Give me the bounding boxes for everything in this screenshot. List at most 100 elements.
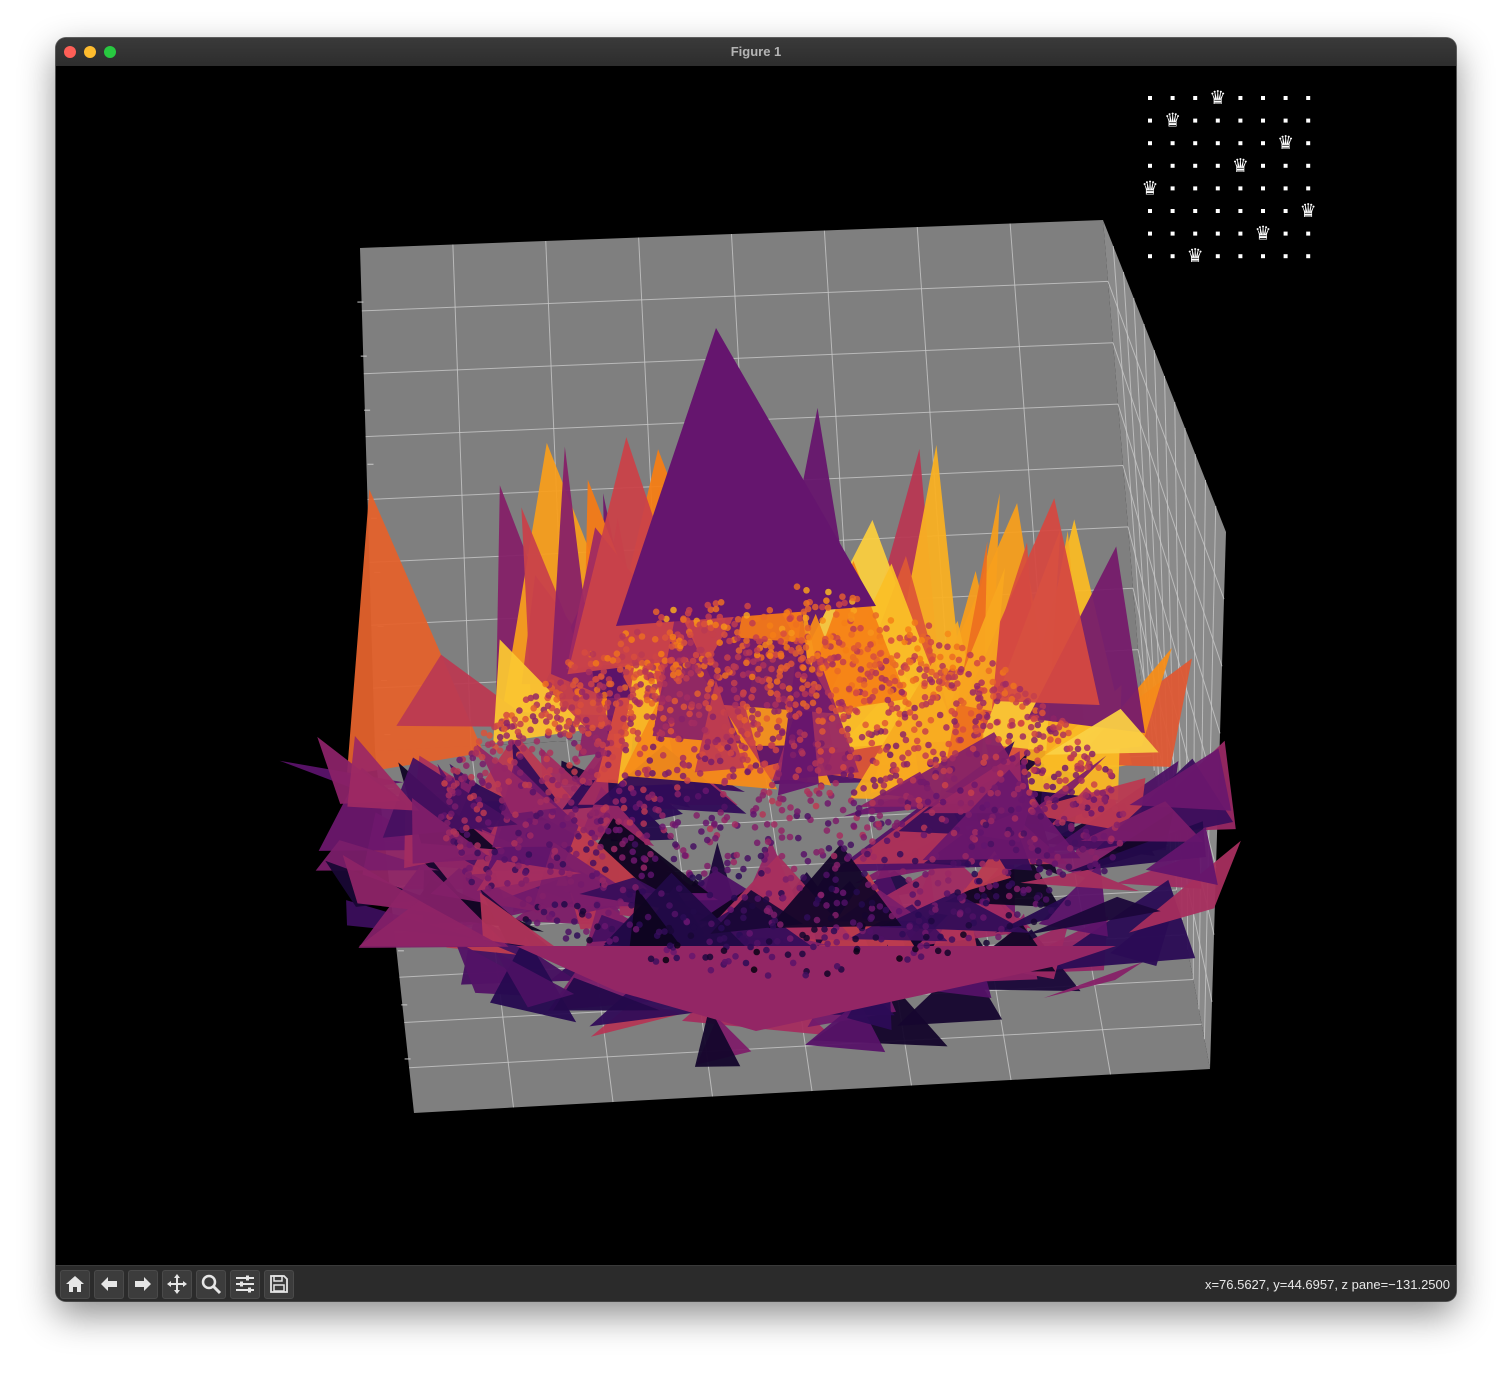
scatter-point: [777, 638, 784, 645]
scatter-point: [499, 804, 506, 811]
board-square-dot: [1306, 96, 1311, 100]
scatter-point: [1029, 808, 1036, 816]
scatter-point: [796, 615, 804, 622]
scatter-point: [943, 724, 950, 731]
scatter-point: [811, 926, 818, 933]
scatter-point: [867, 641, 874, 648]
scatter-point: [969, 913, 977, 920]
scatter-point: [494, 780, 502, 788]
scatter-point: [832, 686, 840, 694]
scatter-point: [1018, 719, 1025, 727]
n-queens-board: ♛ ♛ ♛ ♛ ♛ ♛ ♛ ♛: [1141, 87, 1316, 267]
queen-icon: ♛: [1232, 155, 1249, 177]
home-button[interactable]: [60, 1270, 90, 1299]
scatter-point: [967, 799, 975, 807]
scatter-point: [720, 947, 728, 954]
scatter-point: [445, 792, 453, 799]
scatter-point: [464, 871, 472, 878]
scatter-point: [790, 865, 798, 873]
scatter-point: [698, 646, 705, 654]
scatter-point: [869, 838, 876, 845]
scatter-point: [950, 908, 957, 915]
scatter-point: [756, 638, 763, 645]
scatter-point: [689, 657, 697, 665]
save-button[interactable]: [264, 1270, 294, 1299]
scatter-point: [752, 762, 760, 769]
scatter-point: [628, 636, 635, 643]
scatter-point: [883, 746, 890, 753]
scatter-point: [973, 893, 981, 900]
scatter-point: [967, 789, 975, 797]
scatter-point: [784, 951, 792, 958]
3d-axes[interactable]: ♛ ♛ ♛ ♛ ♛ ♛ ♛ ♛: [56, 66, 1456, 1265]
scatter-point: [472, 749, 480, 757]
scatter-point: [986, 883, 993, 890]
scatter-point: [899, 930, 906, 938]
board-square-dot: [1215, 186, 1220, 191]
scatter-point: [553, 854, 561, 861]
scatter-point: [636, 750, 644, 758]
scatter-point: [585, 912, 592, 919]
scatter-point: [857, 666, 865, 673]
scatter-point: [962, 852, 969, 860]
scatter-point: [659, 752, 667, 759]
scatter-point: [906, 709, 914, 716]
pan-button[interactable]: [162, 1270, 192, 1299]
scatter-point: [954, 680, 961, 687]
scatter-point: [603, 817, 610, 824]
scatter-point: [702, 819, 710, 827]
scatter-point: [599, 853, 606, 860]
configure-subplots-button[interactable]: [230, 1270, 260, 1299]
scatter-point: [731, 894, 738, 902]
scatter-point: [716, 613, 724, 621]
scatter-point: [763, 946, 770, 954]
scatter-point: [906, 923, 913, 930]
scatter-point: [1028, 778, 1035, 785]
scatter-point: [566, 846, 573, 853]
zoom-button[interactable]: [196, 1270, 226, 1299]
back-button[interactable]: [94, 1270, 124, 1299]
scatter-point: [545, 692, 552, 699]
scatter-point: [1055, 770, 1062, 778]
scatter-point: [757, 852, 765, 860]
scatter-point: [659, 674, 666, 681]
scatter-point: [971, 781, 978, 789]
scatter-point: [779, 894, 787, 902]
scatter-point: [1108, 772, 1115, 779]
scatter-point: [932, 761, 940, 769]
scatter-point: [594, 771, 601, 779]
scatter-point: [640, 786, 647, 794]
scatter-point: [529, 788, 537, 796]
scatter-point: [743, 659, 750, 667]
scatter-point: [734, 635, 741, 642]
scatter-point: [918, 637, 926, 644]
scatter-point: [496, 733, 504, 741]
scatter-point: [711, 820, 718, 828]
scatter-point: [757, 767, 764, 774]
scatter-point: [802, 614, 810, 622]
scatter-point: [709, 713, 717, 721]
scatter-point: [911, 619, 919, 626]
scatter-point: [706, 953, 714, 961]
scatter-point: [954, 889, 961, 896]
scatter-point: [589, 650, 597, 658]
scatter-point: [1041, 805, 1048, 813]
scatter-point: [619, 886, 627, 894]
scatter-point: [904, 956, 911, 963]
scatter-point: [683, 675, 690, 682]
scatter-point: [503, 813, 511, 820]
scatter-point: [681, 761, 688, 769]
scatter-point: [1014, 785, 1022, 793]
scatter-point: [766, 606, 774, 614]
scatter-point: [916, 888, 924, 895]
scatter-point: [511, 855, 518, 863]
scatter-point: [945, 740, 952, 748]
plot-canvas[interactable]: ♛ ♛ ♛ ♛ ♛ ♛ ♛ ♛: [56, 66, 1456, 1265]
scatter-point: [868, 899, 876, 907]
cursor-coordinates: x=76.5627, y=44.6957, z pane=−131.2500: [1204, 1277, 1450, 1292]
move-icon: [167, 1274, 187, 1294]
forward-button[interactable]: [128, 1270, 158, 1299]
board-square-dot: [1215, 141, 1220, 146]
scatter-point: [860, 785, 867, 792]
scatter-point: [799, 654, 806, 662]
